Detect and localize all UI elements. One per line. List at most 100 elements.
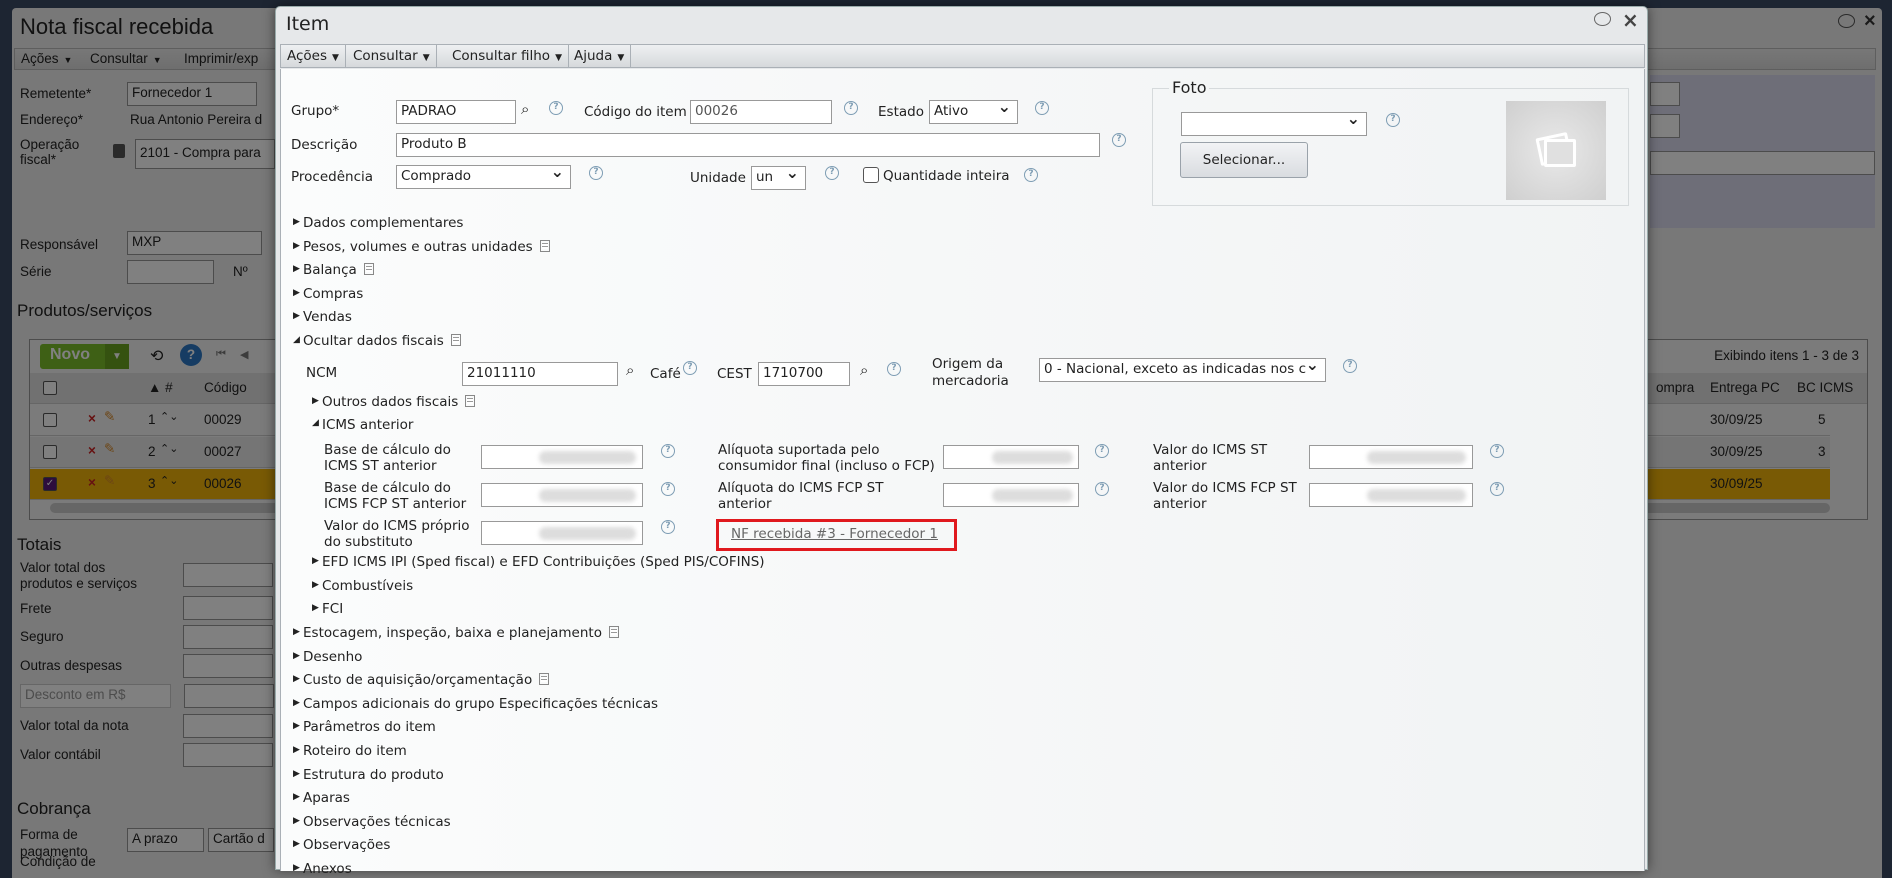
novo-button[interactable]: Novo ▼ bbox=[40, 344, 129, 369]
seguro-input[interactable] bbox=[183, 625, 273, 649]
valor-do-icms-fcp-st-anterior-help-icon[interactable]: ? bbox=[1490, 482, 1504, 496]
section-balanca[interactable]: Balança bbox=[303, 262, 374, 279]
section-parametros-do-item[interactable]: Parâmetros do item bbox=[303, 719, 436, 736]
section-efd-icms-ipi-sped-fiscal-e-efd-contribuicoes-sped-pis-cofins[interactable]: EFD ICMS IPI (Sped fiscal) e EFD Contrib… bbox=[322, 554, 765, 571]
icms-collapse-icon[interactable]: ◢ bbox=[312, 418, 319, 428]
nf-recebida-link[interactable]: NF recebida #3 - Fornecedor 1 bbox=[731, 526, 938, 543]
cartao-select[interactable]: Cartão d bbox=[208, 828, 274, 852]
expand-triangle-icon[interactable]: ▶ bbox=[293, 839, 300, 849]
valor-contabil-input[interactable] bbox=[183, 743, 273, 767]
estado-help-icon[interactable]: ? bbox=[1035, 101, 1049, 115]
quantidade-inteira-checkbox[interactable] bbox=[863, 167, 879, 183]
base-de-calculo-do-icms-fcp-st-anterior-help-icon[interactable]: ? bbox=[661, 482, 675, 496]
desconto-select[interactable]: Desconto em R$ bbox=[20, 684, 171, 708]
cest-input[interactable]: 1710700 bbox=[758, 362, 850, 386]
bg-close-icon[interactable]: × bbox=[1864, 10, 1876, 33]
origem-help-icon[interactable]: ? bbox=[1343, 359, 1357, 373]
procedencia-help-icon[interactable]: ? bbox=[589, 166, 603, 180]
expand-triangle-icon[interactable]: ▶ bbox=[293, 769, 300, 779]
refresh-icon[interactable]: ⟲ bbox=[150, 346, 163, 366]
expand-triangle-icon[interactable]: ▶ bbox=[312, 580, 319, 590]
section-roteiro-do-item[interactable]: Roteiro do item bbox=[303, 743, 407, 760]
section-compras[interactable]: Compras bbox=[303, 286, 363, 303]
help-circle-icon[interactable]: ? bbox=[180, 344, 202, 366]
move-up-down-icon[interactable]: ⌃⌄ bbox=[160, 474, 178, 487]
expand-triangle-icon[interactable]: ▶ bbox=[293, 721, 300, 731]
forma-select[interactable]: A prazo bbox=[127, 828, 204, 852]
expand-triangle-icon[interactable]: ▶ bbox=[293, 311, 300, 321]
section-dados-complementares[interactable]: Dados complementares bbox=[303, 215, 463, 232]
grupo-search-icon[interactable]: ⌕ bbox=[521, 100, 529, 118]
section-estrutura-do-produto[interactable]: Estrutura do produto bbox=[303, 767, 444, 784]
valor-do-icms-st-anterior-help-icon[interactable]: ? bbox=[1490, 444, 1504, 458]
edit-pencil-icon[interactable]: ✎ bbox=[104, 473, 115, 489]
chat-icon[interactable] bbox=[1594, 12, 1611, 26]
base-de-calculo-do-icms-st-anterior-help-icon[interactable]: ? bbox=[661, 444, 675, 458]
origem-select[interactable]: 0 - Nacional, exceto as indicadas nos c bbox=[1039, 358, 1326, 382]
move-up-down-icon[interactable]: ⌃⌄ bbox=[160, 410, 178, 423]
bg-right-input-2[interactable] bbox=[1650, 151, 1875, 175]
edit-pencil-icon[interactable]: ✎ bbox=[104, 441, 115, 457]
collapse-triangle-icon[interactable]: ◢ bbox=[293, 335, 300, 345]
bg-chat-icon[interactable] bbox=[1838, 14, 1855, 28]
cest-help-icon[interactable]: ? bbox=[887, 362, 901, 376]
delete-icon[interactable]: × bbox=[88, 411, 96, 426]
quantidade-help-icon[interactable]: ? bbox=[1024, 168, 1038, 182]
close-icon[interactable]: × bbox=[1622, 8, 1639, 32]
col-entrega[interactable]: Entrega PC bbox=[1710, 380, 1780, 395]
expand-triangle-icon[interactable]: ▶ bbox=[293, 288, 300, 298]
outros-expand-icon[interactable]: ▶ bbox=[312, 396, 319, 406]
expand-triangle-icon[interactable]: ▶ bbox=[293, 651, 300, 661]
menu-consultar-filho[interactable]: Consultar filho ▼ bbox=[446, 45, 569, 67]
operacao-input[interactable]: 2101 - Compra para bbox=[135, 139, 275, 169]
base-de-calculo-do-icms-st-anterior-input[interactable] bbox=[481, 445, 643, 469]
select-all-checkbox[interactable] bbox=[43, 381, 57, 395]
responsavel-input[interactable]: MXP bbox=[127, 231, 262, 255]
unidade-select[interactable]: un bbox=[751, 166, 806, 190]
valor-do-icms-proprio-do-substituto-help-icon[interactable]: ? bbox=[661, 520, 675, 534]
aliquota-do-icms-fcp-st-anterior-help-icon[interactable]: ? bbox=[1095, 482, 1109, 496]
expand-triangle-icon[interactable]: ▶ bbox=[293, 241, 300, 251]
col-codigo[interactable]: Código bbox=[204, 380, 247, 395]
section-desenho[interactable]: Desenho bbox=[303, 649, 362, 666]
aliquota-suportada-pelo-consumidor-final-incluso-o-fcp-help-icon[interactable]: ? bbox=[1095, 444, 1109, 458]
foto-help-icon[interactable]: ? bbox=[1386, 113, 1400, 127]
menu-consultar[interactable]: Consultar ▼ bbox=[347, 45, 437, 67]
expand-triangle-icon[interactable]: ▶ bbox=[293, 264, 300, 274]
ncm-input[interactable]: 21011110 bbox=[462, 362, 618, 386]
menu-acoes[interactable]: Ações ▼ bbox=[281, 45, 346, 67]
estado-select[interactable]: Ativo bbox=[929, 100, 1018, 124]
move-up-down-icon[interactable]: ⌃⌄ bbox=[160, 442, 178, 455]
prev-page-icon[interactable]: ◀ bbox=[240, 348, 248, 361]
outras-input[interactable] bbox=[183, 654, 273, 678]
row-checkbox[interactable] bbox=[43, 445, 57, 459]
expand-triangle-icon[interactable]: ▶ bbox=[293, 627, 300, 637]
base-de-calculo-do-icms-fcp-st-anterior-input[interactable] bbox=[481, 483, 643, 507]
section-pesos-volumes-e-outras-unidades[interactable]: Pesos, volumes e outras unidades bbox=[303, 239, 550, 256]
section-outros-dados-fiscais[interactable]: Outros dados fiscais bbox=[322, 394, 476, 411]
codigo-input[interactable]: 00026 bbox=[690, 100, 832, 124]
section-ocultar-dados-fiscais[interactable]: Ocultar dados fiscais bbox=[303, 333, 461, 350]
aliquota-do-icms-fcp-st-anterior-input[interactable] bbox=[943, 483, 1079, 507]
col-bc-icms[interactable]: BC ICMS bbox=[1797, 380, 1853, 395]
remetente-input[interactable]: Fornecedor 1 bbox=[127, 82, 257, 106]
bg-menu-consultar[interactable]: Consultar ▼ bbox=[90, 51, 162, 66]
section-campos-adicionais-do-grupo-especificacoes-tecnicas[interactable]: Campos adicionais do grupo Especificaçõe… bbox=[303, 696, 658, 713]
expand-triangle-icon[interactable]: ▶ bbox=[312, 603, 319, 613]
expand-triangle-icon[interactable]: ▶ bbox=[293, 674, 300, 684]
row-checkbox[interactable] bbox=[43, 413, 57, 427]
valor-do-icms-proprio-do-substituto-input[interactable] bbox=[481, 521, 643, 545]
expand-triangle-icon[interactable]: ▶ bbox=[293, 863, 300, 873]
foto-select[interactable] bbox=[1181, 112, 1367, 136]
valor-nota-input[interactable] bbox=[183, 714, 273, 738]
descricao-input[interactable]: Produto B bbox=[396, 133, 1100, 157]
edit-pencil-icon[interactable]: ✎ bbox=[104, 409, 115, 425]
procedencia-select[interactable]: Comprado bbox=[396, 165, 571, 189]
section-observacoes-tecnicas[interactable]: Observações técnicas bbox=[303, 814, 451, 831]
col-num[interactable]: ▲ # bbox=[148, 380, 173, 395]
valor-do-icms-fcp-st-anterior-input[interactable] bbox=[1309, 483, 1473, 507]
aliquota-suportada-pelo-consumidor-final-incluso-o-fcp-input[interactable] bbox=[943, 445, 1079, 469]
frete-input[interactable] bbox=[183, 596, 273, 620]
cest-search-icon[interactable]: ⌕ bbox=[860, 361, 868, 379]
serie-input[interactable] bbox=[127, 260, 214, 284]
